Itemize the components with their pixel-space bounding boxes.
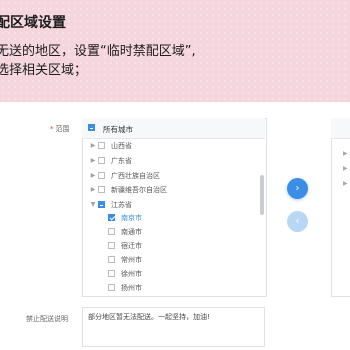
- required-mark: *: [50, 125, 54, 133]
- tree-item-suqian[interactable]: 宿迁市: [121, 241, 142, 251]
- forbid-note-label: 禁止配送说明: [26, 315, 68, 323]
- tree-item-changzhou[interactable]: 常州市: [121, 255, 142, 265]
- tree-item-xuzhou[interactable]: 徐州市: [121, 269, 142, 279]
- instruction-line-2: 选择相关区域；: [0, 63, 88, 78]
- city-checkbox[interactable]: [108, 284, 115, 291]
- tree-item-guangxi[interactable]: 广西壮族自治区: [111, 171, 160, 181]
- province-checkbox[interactable]: [98, 157, 105, 164]
- chevron-right-icon[interactable]: ▶: [90, 172, 96, 179]
- province-checkbox[interactable]: [98, 172, 105, 179]
- province-checkbox[interactable]: [98, 142, 105, 149]
- page-title: 配区域设置: [0, 15, 66, 31]
- city-checkbox[interactable]: [108, 242, 115, 249]
- city-checkbox[interactable]: [108, 270, 115, 277]
- target-city-list: [331, 118, 350, 297]
- city-checkbox[interactable]: [108, 228, 115, 235]
- chevron-right-icon[interactable]: ▶: [90, 142, 96, 149]
- tree-item-jiangsu[interactable]: 江苏省: [111, 200, 132, 210]
- tree-item-guangdong[interactable]: 广东省: [111, 156, 132, 166]
- chevron-right-icon[interactable]: ▶: [90, 157, 96, 164]
- chevron-right-icon: ›: [295, 183, 300, 194]
- chevron-down-icon[interactable]: ▼: [90, 201, 96, 208]
- all-cities-label: 所有城市: [103, 125, 133, 134]
- tree-item-xinjiang[interactable]: 新疆维吾尔自治区: [111, 185, 167, 195]
- tree-item-nanjing[interactable]: 南京市: [121, 213, 142, 223]
- chevron-right-icon[interactable]: ▶: [90, 186, 96, 193]
- forbid-note-text[interactable]: 部分地区暂无法配送。一起坚持，加油!: [88, 312, 210, 322]
- range-label-text: 范围: [55, 125, 70, 133]
- chevron-right-icon[interactable]: ▶: [343, 150, 348, 157]
- transfer-right-button[interactable]: ›: [287, 178, 308, 199]
- target-list-header: [331, 118, 350, 139]
- chevron-right-icon[interactable]: ▶: [343, 180, 348, 187]
- range-label: * 范围: [50, 124, 70, 134]
- city-checkbox[interactable]: [108, 214, 115, 221]
- tree-item-yangzhou[interactable]: 扬州市: [121, 283, 142, 293]
- province-checkbox[interactable]: [98, 186, 105, 193]
- instruction-line-1: 无送的地区，设置“临时禁配区域”,: [0, 44, 196, 59]
- chevron-right-icon[interactable]: ▶: [343, 165, 348, 172]
- city-checkbox[interactable]: [108, 256, 115, 263]
- chevron-left-icon: ‹: [295, 216, 300, 227]
- all-cities-checkbox[interactable]: [88, 124, 95, 131]
- tree-item-shanxi[interactable]: 山西省: [111, 141, 132, 151]
- province-checkbox[interactable]: [98, 201, 105, 208]
- tree-item-nantong[interactable]: 南通市: [121, 227, 142, 237]
- transfer-left-button[interactable]: ‹: [287, 211, 308, 232]
- list-scrollbar[interactable]: [260, 175, 264, 215]
